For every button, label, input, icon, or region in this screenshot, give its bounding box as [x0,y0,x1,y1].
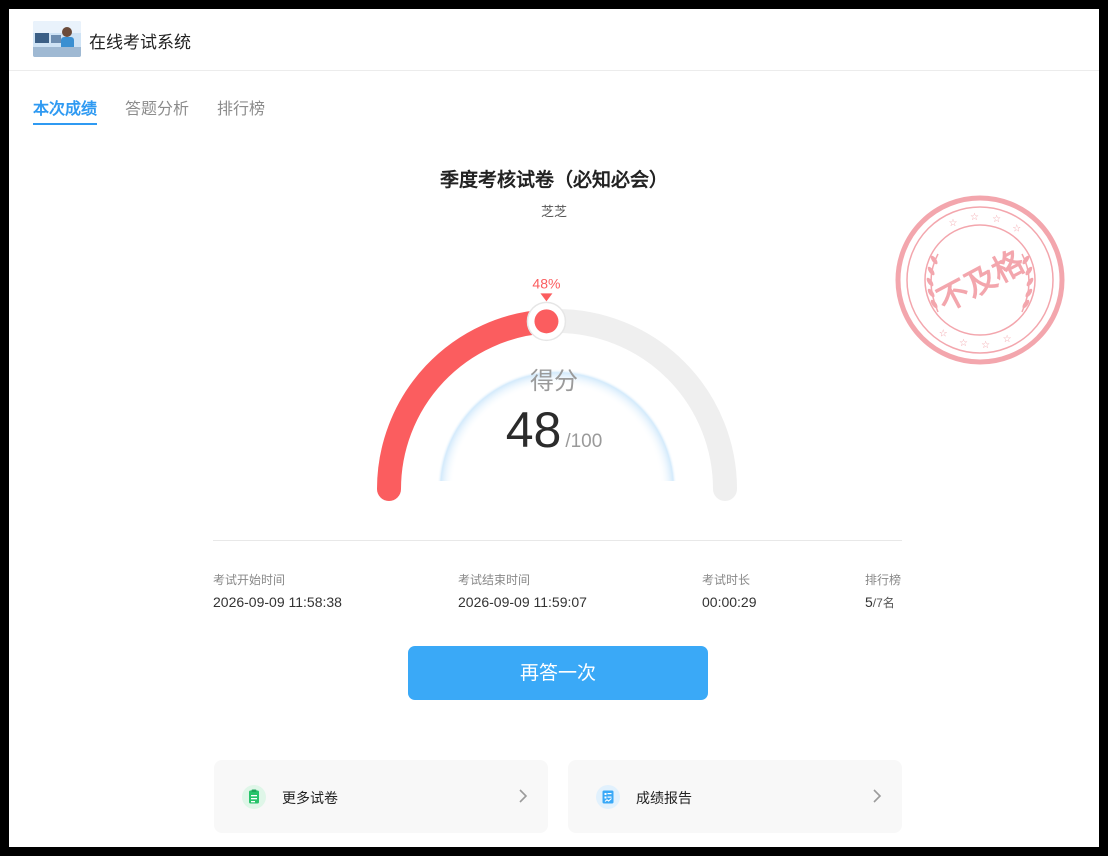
score-total: /100 [565,431,603,452]
score-value: 48 [505,402,562,458]
rank-value-line: 5/7名 [865,594,901,611]
app-logo [33,21,81,57]
app-title: 在线考试系统 [89,33,191,53]
app-header: 在线考试系统 [9,9,1099,71]
retry-button[interactable]: 再答一次 [408,646,708,700]
rank-total: /7名 [872,596,895,610]
info-start-time: 考试开始时间 2026-09-09 11:58:38 [213,571,342,610]
tab-leaderboard[interactable]: 排行榜 [217,95,265,123]
score-display: 48/100 [9,401,1099,459]
info-rank: 排行榜 5/7名 [865,571,901,611]
stamp-star: ☆ [939,328,948,339]
duration-label: 考试时长 [702,573,751,587]
gauge-pointer-triangle [540,293,553,302]
score-report-label: 成绩报告 [636,791,692,807]
gauge-percent-label: 48% [532,275,560,291]
info-end-time: 考试结束时间 2026-09-09 11:59:07 [458,571,587,610]
exam-title: 季度考核试卷（必知必会） [439,169,668,191]
stamp-star: ☆ [959,338,968,349]
score-report-card[interactable]: 成绩报告 [568,760,902,833]
stamp-text: 不及格 [931,244,1031,320]
stamp-star: ☆ [948,218,957,229]
end-time-value: 2026-09-09 11:59:07 [458,594,587,610]
info-duration: 考试时长 00:00:29 [702,571,757,610]
divider [213,540,902,541]
chevron-right-icon [873,789,882,803]
start-time-value: 2026-09-09 11:58:38 [213,594,342,610]
rank-value: 5 [865,594,873,610]
stamp-star: ☆ [970,212,979,223]
end-time-label: 考试结束时间 [458,573,531,587]
more-papers-card[interactable]: 更多试卷 [214,760,548,833]
app-window: 在线考试系统 本次成绩 答题分析 排行榜 季度考核试卷（必知必会） 芝芝 48%… [9,9,1099,847]
stamp-star: ☆ [992,214,1001,225]
tab-answer-analysis[interactable]: 答题分析 [125,95,189,123]
more-papers-label: 更多试卷 [282,791,338,807]
gauge-knob-center [534,309,559,334]
start-time-label: 考试开始时间 [213,573,286,587]
clipboard-icon [242,785,266,809]
stamp-laurel-leaf [1026,277,1034,287]
rank-label: 排行榜 [865,573,902,587]
stamp-star: ☆ [1003,334,1012,345]
report-icon [596,785,620,809]
stamp-star: ☆ [1012,224,1021,235]
tab-current-score[interactable]: 本次成绩 [33,95,98,125]
stamp-star: ☆ [981,340,990,351]
duration-value: 00:00:29 [702,594,757,610]
fail-stamp: ☆ ☆ ☆ ☆ ☆ ☆ ☆ ☆ 不及格 [895,195,1065,365]
score-label: 得分 [530,367,578,395]
chevron-right-icon [519,789,528,803]
